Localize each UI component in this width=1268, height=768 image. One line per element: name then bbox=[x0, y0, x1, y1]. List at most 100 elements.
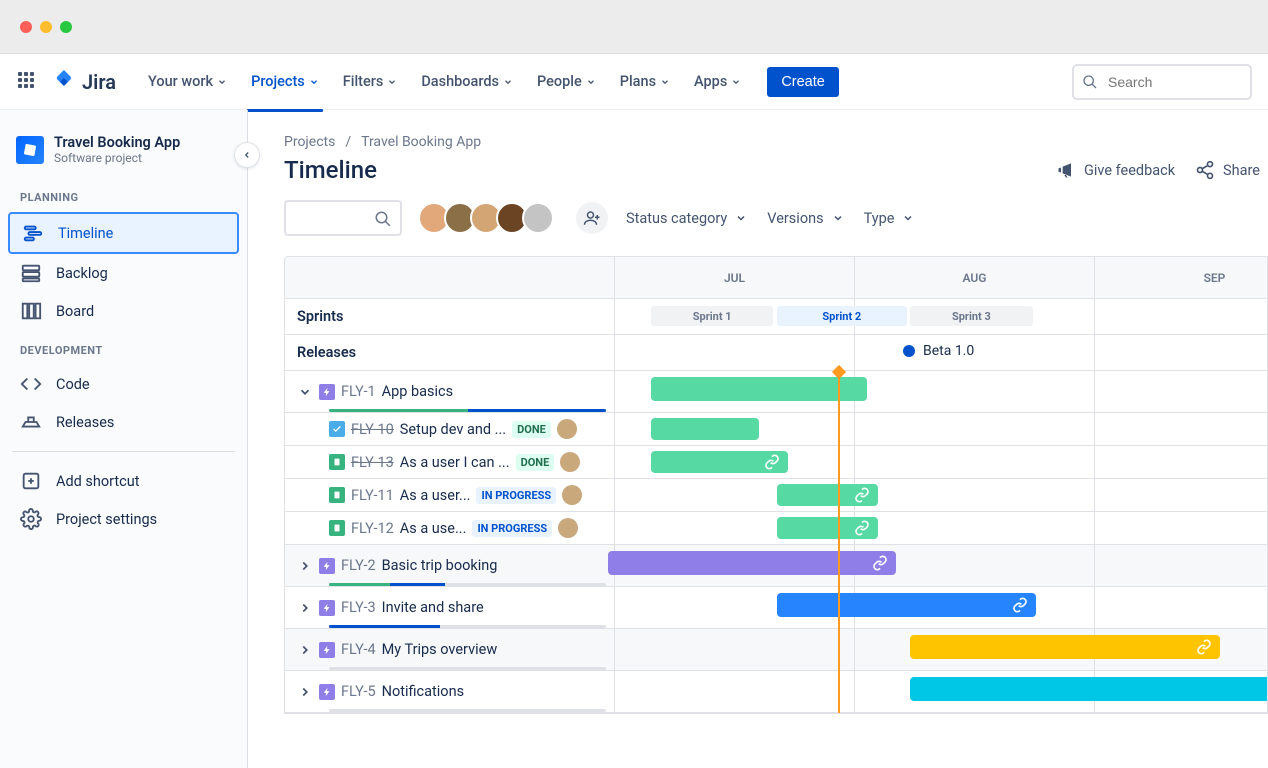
project-type: Software project bbox=[54, 151, 180, 165]
expand-toggle[interactable] bbox=[297, 559, 313, 573]
search-input[interactable] bbox=[1072, 64, 1252, 100]
project-sidebar: Travel Booking App Software project PLAN… bbox=[0, 110, 248, 768]
epic-row[interactable]: FLY-5 Notifications bbox=[285, 671, 1267, 713]
global-search[interactable] bbox=[1072, 64, 1252, 100]
breadcrumb-root[interactable]: Projects bbox=[284, 134, 335, 150]
epic-icon bbox=[319, 558, 335, 574]
filter-versions[interactable]: Versions bbox=[765, 206, 845, 231]
share-button[interactable]: Share bbox=[1195, 160, 1260, 180]
project-name: Travel Booking App bbox=[54, 134, 180, 151]
section-development-label: DEVELOPMENT bbox=[8, 330, 239, 365]
nav-item-filters[interactable]: Filters bbox=[335, 67, 406, 96]
chevron-down-icon bbox=[387, 77, 397, 87]
divider bbox=[12, 451, 235, 452]
backlog-icon bbox=[20, 262, 42, 284]
chevron-down-icon bbox=[731, 77, 741, 87]
filter-type[interactable]: Type bbox=[862, 206, 917, 231]
maximize-window-dot[interactable] bbox=[60, 21, 72, 33]
assignee-avatars[interactable] bbox=[418, 202, 554, 234]
nav-item-plans[interactable]: Plans bbox=[612, 67, 678, 96]
sprint-pill[interactable]: Sprint 3 bbox=[910, 306, 1032, 326]
month-header: SEP bbox=[1095, 257, 1268, 298]
story-icon bbox=[329, 520, 345, 536]
story-icon bbox=[329, 454, 345, 470]
ship-icon bbox=[20, 411, 42, 433]
today-marker bbox=[838, 371, 840, 714]
issue-key[interactable]: FLY-3 bbox=[341, 599, 376, 616]
issue-key[interactable]: FLY-11 bbox=[351, 487, 394, 504]
issue-bar[interactable] bbox=[651, 451, 788, 473]
release-marker[interactable]: Beta 1.0 bbox=[903, 343, 974, 359]
issue-key[interactable]: FLY-13 bbox=[351, 454, 394, 471]
sidebar-item-releases[interactable]: Releases bbox=[8, 403, 239, 441]
sidebar-item-board[interactable]: Board bbox=[8, 292, 239, 330]
nav-item-dashboards[interactable]: Dashboards bbox=[413, 67, 521, 96]
issue-key[interactable]: FLY-5 bbox=[341, 683, 376, 700]
filter-search-input[interactable] bbox=[284, 200, 402, 236]
epic-row[interactable]: FLY-4 My Trips overview bbox=[285, 629, 1267, 671]
minimize-window-dot[interactable] bbox=[40, 21, 52, 33]
epic-bar[interactable] bbox=[910, 677, 1268, 701]
breadcrumb-project[interactable]: Travel Booking App bbox=[361, 134, 481, 150]
add-people-button[interactable] bbox=[576, 202, 608, 234]
epic-bar[interactable] bbox=[777, 593, 1036, 617]
epic-bar[interactable] bbox=[910, 635, 1220, 659]
nav-item-apps[interactable]: Apps bbox=[686, 67, 749, 96]
epic-row[interactable]: FLY-3 Invite and share bbox=[285, 587, 1267, 629]
issue-key[interactable]: FLY-10 bbox=[351, 421, 394, 438]
sidebar-item-backlog[interactable]: Backlog bbox=[8, 254, 239, 292]
sidebar-item-code[interactable]: Code bbox=[8, 365, 239, 403]
expand-toggle[interactable] bbox=[297, 643, 313, 657]
sidebar-item-label: Board bbox=[56, 303, 94, 320]
sidebar-item-project-settings[interactable]: Project settings bbox=[8, 500, 239, 538]
give-feedback-button[interactable]: Give feedback bbox=[1056, 160, 1175, 180]
story-icon bbox=[329, 487, 345, 503]
epic-bar[interactable] bbox=[651, 377, 867, 401]
app-switcher-icon[interactable] bbox=[16, 70, 40, 94]
expand-toggle[interactable] bbox=[297, 385, 313, 399]
epic-row[interactable]: FLY-2 Basic trip booking bbox=[285, 545, 1267, 587]
issue-bar[interactable] bbox=[777, 484, 878, 506]
jira-logo[interactable]: Jira bbox=[52, 70, 116, 94]
issue-key[interactable]: FLY-12 bbox=[351, 520, 394, 537]
nav-item-projects[interactable]: Projects bbox=[243, 67, 327, 96]
sidebar-item-label: Timeline bbox=[58, 225, 113, 242]
month-header: AUG bbox=[855, 257, 1095, 298]
assignee-avatar[interactable] bbox=[560, 452, 580, 472]
issue-bar[interactable] bbox=[651, 418, 759, 440]
timeline-toolbar: Status category Versions Type bbox=[284, 200, 1268, 236]
issue-key[interactable]: FLY-2 bbox=[341, 557, 376, 574]
chevron-down-icon bbox=[660, 77, 670, 87]
close-window-dot[interactable] bbox=[20, 21, 32, 33]
issue-key[interactable]: FLY-1 bbox=[341, 383, 376, 400]
nav-item-people[interactable]: People bbox=[529, 67, 604, 96]
assignee-avatar[interactable] bbox=[558, 518, 578, 538]
search-icon bbox=[374, 210, 392, 228]
epic-bar[interactable] bbox=[608, 551, 896, 575]
issue-row[interactable]: FLY-13 As a user I can ... DONE bbox=[285, 446, 1267, 479]
sprint-pill[interactable]: Sprint 2 bbox=[777, 306, 907, 326]
expand-toggle[interactable] bbox=[297, 685, 313, 699]
issue-bar[interactable] bbox=[777, 517, 878, 539]
issue-row[interactable]: FLY-11 As a user... IN PROGRESS bbox=[285, 479, 1267, 512]
collapse-sidebar-button[interactable] bbox=[234, 142, 260, 168]
filter-status-category[interactable]: Status category bbox=[624, 206, 749, 231]
assignee-avatar[interactable] bbox=[557, 419, 577, 439]
issue-row[interactable]: FLY-10 Setup dev and ... DONE bbox=[285, 413, 1267, 446]
sprints-row: Sprints Sprint 1Sprint 2Sprint 3 bbox=[285, 299, 1267, 335]
nav-item-your-work[interactable]: Your work bbox=[140, 67, 235, 96]
expand-toggle[interactable] bbox=[297, 601, 313, 615]
avatar[interactable] bbox=[522, 202, 554, 234]
sidebar-item-add-shortcut[interactable]: Add shortcut bbox=[8, 462, 239, 500]
issue-key[interactable]: FLY-4 bbox=[341, 641, 376, 658]
board-icon bbox=[20, 300, 42, 322]
breadcrumb: Projects / Travel Booking App bbox=[284, 134, 1268, 150]
epic-progress bbox=[329, 625, 606, 628]
assignee-avatar[interactable] bbox=[562, 485, 582, 505]
sidebar-item-timeline[interactable]: Timeline bbox=[8, 212, 239, 254]
epic-row[interactable]: FLY-1 App basics bbox=[285, 371, 1267, 413]
sprint-pill[interactable]: Sprint 1 bbox=[651, 306, 773, 326]
create-button[interactable]: Create bbox=[767, 67, 839, 97]
timeline-icon bbox=[22, 222, 44, 244]
issue-row[interactable]: FLY-12 As a use... IN PROGRESS bbox=[285, 512, 1267, 545]
